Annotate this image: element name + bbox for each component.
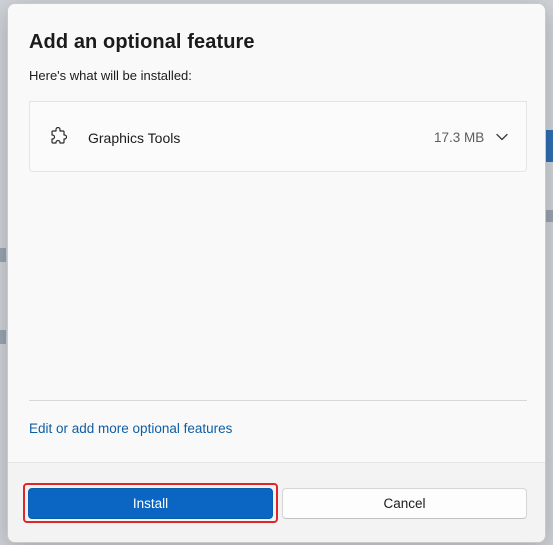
optional-feature-dialog: Add an optional feature Here's what will… <box>7 3 546 543</box>
dialog-footer: Install Cancel <box>8 462 545 542</box>
background-window-edge <box>546 130 553 162</box>
feature-row-graphics-tools[interactable]: Graphics Tools 17.3 MB <box>29 102 527 172</box>
dialog-title: Add an optional feature <box>29 31 255 53</box>
puzzle-piece-icon <box>48 126 68 147</box>
cancel-button[interactable]: Cancel <box>282 488 527 519</box>
background-window-edge <box>0 248 6 262</box>
feature-list: Graphics Tools 17.3 MB <box>29 101 527 401</box>
edit-optional-features-link[interactable]: Edit or add more optional features <box>29 421 232 436</box>
background-window-edge <box>0 330 6 344</box>
background-window-edge <box>546 210 553 222</box>
install-button[interactable]: Install <box>28 488 273 519</box>
feature-size: 17.3 MB <box>434 130 485 145</box>
chevron-down-icon[interactable] <box>495 130 509 144</box>
feature-name: Graphics Tools <box>88 130 181 146</box>
dialog-body: Add an optional feature Here's what will… <box>8 4 545 462</box>
dialog-subtitle: Here's what will be installed: <box>29 68 192 83</box>
